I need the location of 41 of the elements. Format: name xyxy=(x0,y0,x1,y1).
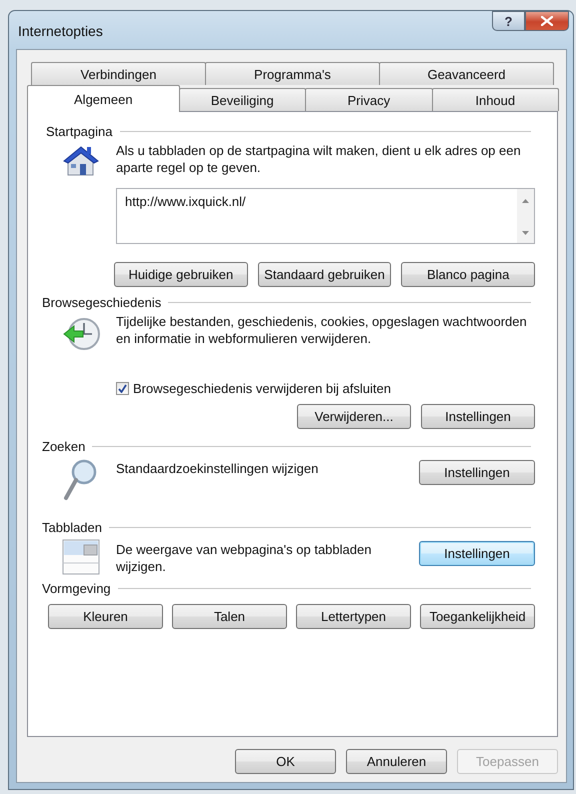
button[interactable]: Lettertypen xyxy=(296,604,411,629)
button[interactable]: Standaard gebruiken xyxy=(258,262,392,287)
button[interactable]: Talen xyxy=(172,604,287,629)
check-icon xyxy=(118,384,127,393)
description-text: Standaardzoekinstellingen wijzigen xyxy=(116,460,318,477)
checkbox[interactable]: Browsegeschiedenis verwijderen bij afsluiten xyxy=(116,381,535,396)
tab[interactable]: Verbindingen xyxy=(31,62,206,85)
group-label: Browsegeschiedenis xyxy=(42,295,162,310)
button[interactable]: OK xyxy=(235,749,336,774)
magnifier-icon xyxy=(63,458,99,502)
button[interactable]: Huidige gebruiken xyxy=(114,262,248,287)
description-text: Als u tabbladen op de startpagina wilt maken, dient u elk adres op een aparte regel op te geven. xyxy=(116,142,522,176)
scroll-down-icon xyxy=(522,231,529,235)
button[interactable]: Instellingen xyxy=(419,541,535,566)
button[interactable]: Annuleren xyxy=(346,749,447,774)
tab[interactable]: Geavanceerd xyxy=(379,62,554,85)
button[interactable]: Toegankelijkheid xyxy=(420,604,535,629)
address-field[interactable]: http://www.ixquick.nl/ xyxy=(116,188,535,244)
button[interactable]: Instellingen xyxy=(419,460,535,485)
help-button[interactable]: ? xyxy=(492,11,525,31)
description-text: De weergave van webpagina's op tabbladen wijzigen. xyxy=(116,541,372,575)
window-title: Internetopties xyxy=(18,23,103,39)
tab[interactable]: Privacy xyxy=(305,88,433,111)
tab[interactable]: Inhoud xyxy=(432,88,559,111)
group-label: Vormgeving xyxy=(42,581,111,596)
tab[interactable]: Beveiliging xyxy=(178,88,306,111)
scrollbar[interactable] xyxy=(517,189,534,243)
scroll-up-icon xyxy=(522,199,529,203)
close-icon xyxy=(541,16,553,26)
group-label: Startpagina xyxy=(46,124,112,139)
button[interactable]: Blanco pagina xyxy=(401,262,536,287)
tab[interactable]: Programma's xyxy=(205,62,380,85)
description-text: Tijdelijke bestanden, geschiedenis, cookies, opgeslagen wachtwoorden en informatie in webformulieren verwijderen. xyxy=(116,313,528,347)
group-label: Zoeken xyxy=(42,439,86,454)
tabs-window-icon xyxy=(62,539,100,575)
tab[interactable]: Algemeen xyxy=(27,85,180,112)
button[interactable]: Verwijderen... xyxy=(297,404,411,429)
close-button[interactable] xyxy=(525,11,569,31)
button[interactable]: Instellingen xyxy=(421,404,535,429)
group-label: Tabbladen xyxy=(42,520,102,535)
button[interactable]: Kleuren xyxy=(48,604,163,629)
